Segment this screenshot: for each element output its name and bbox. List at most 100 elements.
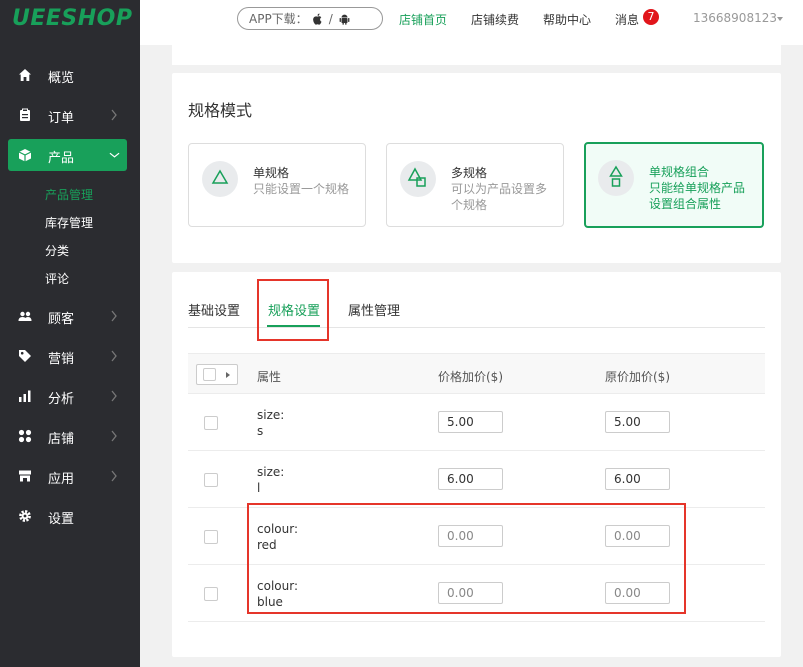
mode-title: 多规格 (451, 166, 488, 180)
select-all-checkbox[interactable] (203, 368, 216, 381)
chevron-down-icon (109, 152, 120, 158)
users-icon (18, 311, 32, 321)
mode-single-combo[interactable]: 单规格组合 只能给单规格产品设置组合属性 (584, 142, 764, 228)
chevron-right-icon (111, 310, 117, 322)
sidebar-item-label: 分析 (48, 392, 75, 407)
top-bar: APP下载： / 店铺首页 店铺续费 帮助中心 消息 7 13668908123 (140, 0, 803, 45)
sidebar-item-orders[interactable]: 订单 (0, 99, 140, 131)
tab-spec-settings[interactable]: 规格设置 (268, 300, 320, 319)
header-attribute: 属性 (257, 370, 282, 384)
attribute-value: s (257, 424, 264, 438)
sidebar-item-products[interactable]: 产品 (8, 139, 127, 171)
app-download-label: APP下载： (249, 12, 308, 26)
previous-card (172, 45, 781, 65)
header-original-markup: 原价加价($) (605, 370, 670, 384)
price-markup-input[interactable] (438, 525, 503, 547)
original-markup-input[interactable] (605, 525, 670, 547)
messages-link[interactable]: 消息 (615, 11, 639, 28)
mode-multi-spec[interactable]: 多规格 可以为产品设置多个规格 (386, 143, 564, 227)
row-checkbox[interactable] (204, 416, 218, 430)
price-markup-input[interactable] (438, 468, 503, 490)
sidebar-subitem-inventory[interactable]: 库存管理 (45, 214, 93, 231)
sidebar-subitem-reviews[interactable]: 评论 (45, 270, 69, 287)
help-center-link[interactable]: 帮助中心 (543, 11, 591, 28)
message-count-badge[interactable]: 7 (643, 9, 659, 25)
original-markup-input[interactable] (605, 582, 670, 604)
chevron-right-icon (111, 350, 117, 362)
attribute-value: red (257, 538, 277, 552)
header-price-markup: 价格加价($) (438, 370, 503, 384)
app-download[interactable]: APP下载： / (237, 7, 383, 30)
attribute-cell: size: l (257, 464, 284, 496)
active-tab-indicator (267, 325, 320, 327)
attribute-name: colour: (257, 522, 298, 536)
table-row: size: l (188, 451, 765, 508)
attribute-name: size: (257, 408, 285, 422)
tab-basic-settings[interactable]: 基础设置 (188, 300, 240, 319)
row-checkbox[interactable] (204, 587, 218, 601)
user-account[interactable]: 13668908123 (693, 11, 777, 25)
chevron-right-icon (111, 109, 117, 121)
sidebar-item-label: 产品 (48, 151, 75, 166)
row-checkbox[interactable] (204, 530, 218, 544)
mode-icon-bg (598, 160, 634, 196)
original-markup-input[interactable] (605, 411, 670, 433)
price-markup-input[interactable] (438, 411, 503, 433)
android-icon[interactable] (339, 13, 350, 25)
original-markup-input[interactable] (605, 468, 670, 490)
sidebar-item-marketing[interactable]: 营销 (0, 340, 140, 372)
app-separator: / (328, 11, 333, 26)
sidebar-item-customers[interactable]: 顾客 (0, 300, 140, 332)
table-row: size: s (188, 394, 765, 451)
attribute-name: size: (257, 465, 285, 479)
sidebar-item-apps[interactable]: 应用 (0, 460, 140, 492)
bulk-select-dropdown[interactable] (196, 364, 238, 385)
price-markup-input[interactable] (438, 582, 503, 604)
attribute-value: blue (257, 595, 283, 609)
sidebar-item-overview[interactable]: 概览 (0, 59, 140, 91)
table-row: colour: red (188, 508, 765, 565)
row-checkbox[interactable] (204, 473, 218, 487)
tab-attribute-management[interactable]: 属性管理 (348, 300, 400, 319)
sidebar-subitem-product-management[interactable]: 产品管理 (45, 186, 93, 203)
home-icon (19, 69, 31, 81)
triangle-icon (211, 169, 229, 184)
brand-logo[interactable]: UEESHOP (12, 6, 133, 31)
sidebar-item-label: 店铺 (48, 432, 75, 447)
clipboard-icon (20, 108, 30, 121)
attribute-value: l (257, 481, 261, 495)
box-icon (18, 149, 32, 162)
spec-mode-card: 规格模式 单规格 只能设置一个规格 多规格 可以为产品设置多个规格 单规格组合 … (172, 73, 781, 263)
store-renew-link[interactable]: 店铺续费 (471, 11, 519, 28)
spec-mode-title: 规格模式 (188, 101, 253, 120)
attribute-cell: size: s (257, 407, 284, 439)
sidebar-subitem-category[interactable]: 分类 (45, 242, 69, 259)
sidebar-item-label: 订单 (48, 111, 75, 126)
caret-right-icon[interactable] (226, 372, 230, 378)
tabs-divider (188, 327, 765, 328)
mode-icon-bg (400, 161, 436, 197)
chevron-right-icon (111, 390, 117, 402)
triangle-square-icon (407, 167, 426, 187)
table-row: colour: blue (188, 565, 765, 622)
mode-desc: 只能设置一个规格 (253, 182, 350, 196)
sidebar-item-label: 设置 (48, 512, 75, 527)
mode-title: 单规格 (253, 166, 290, 180)
mode-desc: 可以为产品设置多个规格 (451, 182, 548, 212)
apple-icon[interactable] (312, 13, 323, 25)
attribute-cell: colour: red (257, 521, 298, 553)
sidebar-item-settings[interactable]: 设置 (0, 500, 140, 532)
mode-single-spec[interactable]: 单规格 只能设置一个规格 (188, 143, 366, 227)
sidebar-item-store[interactable]: 店铺 (0, 420, 140, 452)
mode-title: 单规格组合 (649, 165, 710, 179)
caret-down-icon[interactable] (777, 17, 783, 21)
table-header: 属性 价格加价($) 原价加价($) (188, 353, 765, 394)
sidebar-item-label: 应用 (48, 472, 75, 487)
tag-icon (19, 350, 31, 362)
sidebar: UEESHOP 概览 订单 产品 产品管理 库存管理 分类 评论 顾客 营销 分… (0, 0, 140, 667)
sidebar-item-analytics[interactable]: 分析 (0, 380, 140, 412)
chevron-right-icon (111, 470, 117, 482)
spec-table-card: 基础设置 规格设置 属性管理 属性 价格加价($) 原价加价($) size: … (172, 272, 781, 657)
gear-icon (19, 510, 31, 522)
store-home-link[interactable]: 店铺首页 (399, 11, 447, 28)
